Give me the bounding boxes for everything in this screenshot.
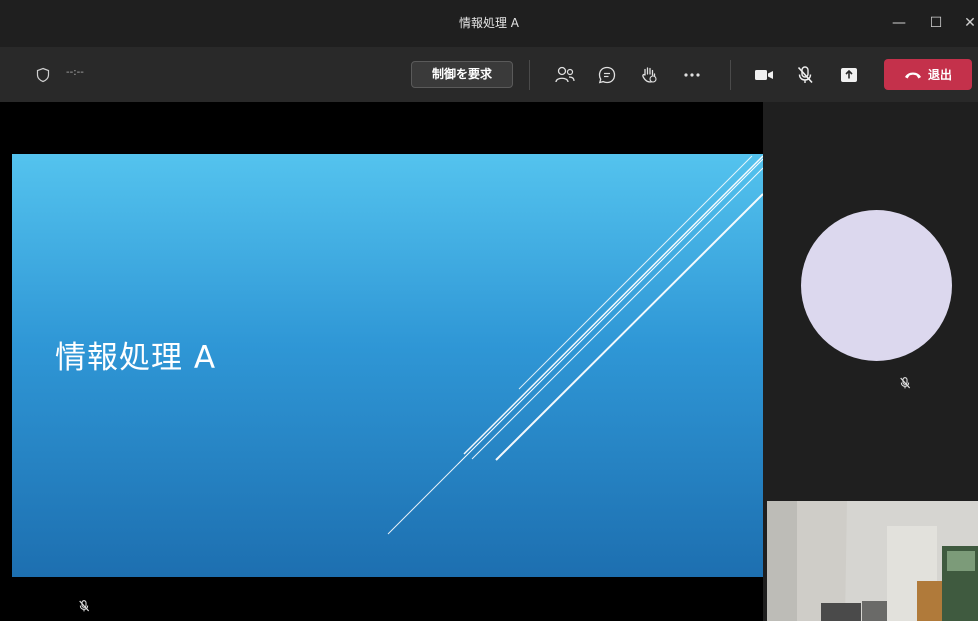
hangup-icon xyxy=(904,72,921,78)
chat-icon[interactable] xyxy=(594,62,620,88)
participant-mic-off-icon xyxy=(899,375,911,394)
leave-button[interactable]: 退出 xyxy=(884,59,972,90)
window-title: 情報処理 A xyxy=(458,16,520,30)
title-bar: 情報処理 A — ☐ ✕ xyxy=(0,0,978,47)
leave-button-label: 退出 xyxy=(927,68,952,82)
shield-icon[interactable] xyxy=(30,62,56,88)
participants-icon[interactable] xyxy=(552,62,578,88)
more-icon[interactable] xyxy=(679,62,705,88)
shared-slide: 情報処理 A xyxy=(12,154,763,577)
presenter-mic-off-icon xyxy=(78,598,90,617)
toolbar-divider xyxy=(730,60,731,90)
toolbar-divider xyxy=(529,60,530,90)
mic-off-icon[interactable] xyxy=(792,62,818,88)
close-button[interactable]: ✕ xyxy=(958,12,978,34)
raise-hand-icon[interactable] xyxy=(636,62,662,88)
camera-feed-image xyxy=(767,501,978,621)
avatar[interactable] xyxy=(801,210,952,361)
camera-icon[interactable] xyxy=(751,62,777,88)
minimize-button[interactable]: — xyxy=(887,12,911,34)
meeting-timer: --:-- xyxy=(66,67,84,78)
slide-title: 情報処理 A xyxy=(55,340,217,376)
self-video-tile[interactable] xyxy=(767,501,978,621)
request-control-button[interactable]: 制御を要求 xyxy=(411,61,513,88)
share-icon[interactable] xyxy=(836,62,862,88)
maximize-button[interactable]: ☐ xyxy=(924,12,948,34)
